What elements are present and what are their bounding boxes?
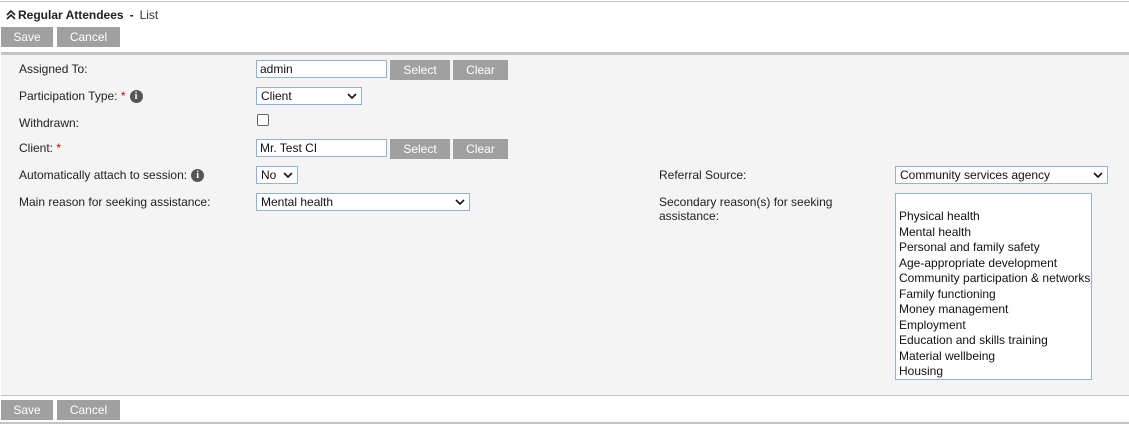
list-item[interactable]: Mental health — [896, 225, 1091, 241]
main-reason-label: Main reason for seeking assistance: — [19, 195, 211, 209]
top-divider — [0, 1, 1129, 2]
client-select-button[interactable]: Select — [390, 139, 450, 159]
main-reason-select[interactable]: Mental health — [256, 193, 470, 211]
list-item[interactable]: Age-appropriate development — [896, 256, 1091, 272]
list-item[interactable]: Community participation & networks — [896, 271, 1091, 287]
chevron-down-icon — [1093, 172, 1103, 179]
referral-source-value: Community services agency — [900, 168, 1051, 182]
auto-attach-label-text: Automatically attach to session: — [19, 168, 188, 182]
client-clear-button[interactable]: Clear — [453, 139, 508, 159]
list-item[interactable]: Education and skills training — [896, 333, 1091, 349]
chevron-down-icon — [283, 172, 293, 179]
participation-type-select[interactable]: Client — [256, 87, 362, 105]
list-item[interactable]: Money management — [896, 302, 1091, 318]
page-subtitle: List — [139, 8, 159, 22]
chevron-down-icon — [455, 199, 465, 206]
chevron-double-up-icon[interactable] — [6, 9, 16, 21]
client-input[interactable] — [256, 139, 387, 157]
client-label-text: Client: — [19, 141, 54, 155]
secondary-reasons-label: Secondary reason(s) for seeking assistan… — [659, 195, 833, 223]
secondary-reasons-listbox[interactable]: Physical health Mental health Personal a… — [895, 193, 1092, 380]
participation-type-value: Client — [261, 89, 292, 103]
list-item[interactable]: Physical health — [896, 209, 1091, 225]
assigned-to-input[interactable] — [256, 60, 387, 78]
required-marker: * — [56, 141, 62, 155]
list-item[interactable]: Personal and family safety — [896, 240, 1091, 256]
info-icon[interactable]: i — [129, 90, 143, 104]
list-item[interactable]: Employment — [896, 318, 1091, 334]
auto-attach-value: No — [261, 168, 277, 182]
auto-attach-label: Automatically attach to session: i — [19, 168, 205, 183]
list-item[interactable]: Material wellbeing — [896, 349, 1091, 365]
cancel-button-bottom[interactable]: Cancel — [57, 400, 120, 420]
referral-source-label: Referral Source: — [659, 168, 747, 182]
info-icon[interactable]: i — [191, 169, 205, 183]
participation-type-label-text: Participation Type: — [19, 89, 118, 103]
title-separator: - — [129, 8, 134, 22]
save-button-bottom[interactable]: Save — [1, 400, 53, 420]
assigned-to-label: Assigned To: — [19, 62, 88, 76]
required-marker: * — [120, 89, 126, 103]
participation-type-label: Participation Type: * i — [19, 89, 143, 104]
assigned-to-select-button[interactable]: Select — [390, 60, 450, 80]
bottom-divider — [0, 422, 1129, 424]
list-item[interactable]: Housing — [896, 364, 1091, 380]
save-button-top[interactable]: Save — [1, 27, 53, 47]
page-title: Regular Attendees — [18, 8, 124, 22]
cancel-button-top[interactable]: Cancel — [57, 27, 120, 47]
page-header: Regular Attendees - List — [6, 7, 158, 23]
referral-source-select[interactable]: Community services agency — [895, 166, 1108, 184]
client-label: Client: * — [19, 141, 61, 155]
withdrawn-label: Withdrawn: — [19, 116, 80, 130]
list-item[interactable]: Family functioning — [896, 287, 1091, 303]
main-reason-value: Mental health — [261, 195, 334, 209]
withdrawn-checkbox[interactable] — [257, 114, 269, 126]
chevron-down-icon — [347, 93, 357, 100]
auto-attach-select[interactable]: No — [256, 166, 298, 184]
assigned-to-clear-button[interactable]: Clear — [453, 60, 508, 80]
